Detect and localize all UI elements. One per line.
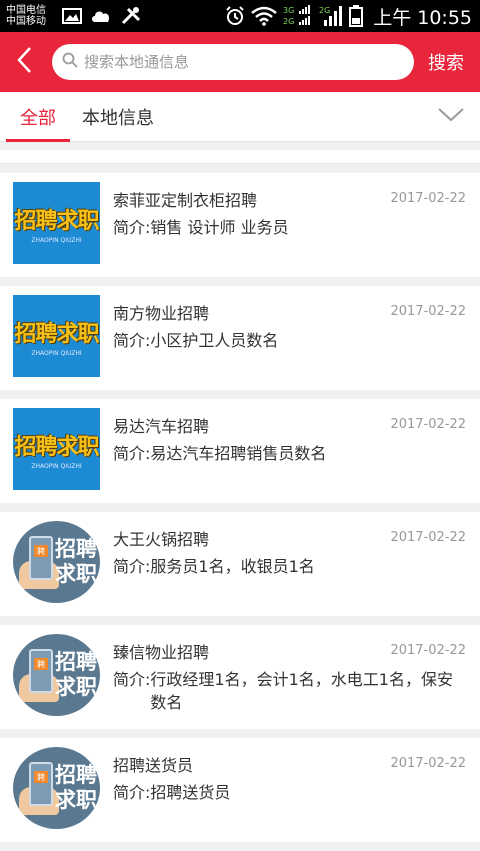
recruit-logo-thumbnail: 招聘求职 ZHAOPIN QIUZHI	[13, 182, 100, 264]
tab-all-label: 全部	[20, 107, 56, 129]
item-description: 简介: 销售 设计师 业务员	[113, 216, 465, 239]
thumb-caption-line-1: 招聘	[55, 537, 97, 561]
list-item[interactable]: 聘招聘 求职 招聘送货员 2017-02-22 简介: 招聘送货员	[0, 738, 480, 842]
logo-text: 招聘求职	[14, 434, 99, 460]
phone-icon: 聘	[29, 762, 53, 806]
search-box[interactable]	[52, 44, 414, 80]
search-button[interactable]: 搜索	[428, 49, 464, 75]
item-description: 简介: 易达汽车招聘销售员数名	[113, 442, 465, 465]
wifi-icon	[251, 6, 278, 26]
item-desc-prefix: 简介:	[113, 670, 151, 689]
logo-text: 招聘求职	[14, 321, 99, 347]
thumb-caption-line-2: 求职	[55, 788, 97, 812]
item-date: 2017-02-22	[390, 304, 466, 319]
back-button[interactable]	[0, 32, 48, 92]
item-title: 臻信物业招聘	[113, 643, 210, 662]
list-item[interactable]: 招聘求职 ZHAOPIN QIUZHI 南方物业招聘 2017-02-22 简介:…	[0, 286, 480, 390]
logo-subtext: ZHAOPIN QIUZHI	[31, 236, 82, 244]
svg-text:3G: 3G	[283, 6, 294, 15]
list-item[interactable]: 招聘求职 ZHAOPIN QIUZHI 易达汽车招聘 2017-02-22 简介:…	[0, 399, 480, 503]
tab-local-info[interactable]: 本地信息	[82, 92, 154, 142]
item-desc-prefix: 简介:	[113, 444, 151, 463]
recruit-logo-thumbnail: 招聘求职 ZHAOPIN QIUZHI	[13, 408, 100, 490]
search-input[interactable]	[84, 53, 384, 71]
status-time: 上午 10:55	[373, 6, 472, 29]
thumb-caption-line-2: 求职	[55, 675, 97, 699]
chevron-down-icon	[438, 107, 464, 126]
svg-text:2G: 2G	[319, 6, 330, 15]
item-date: 2017-02-22	[390, 191, 466, 206]
logo-subtext: ZHAOPIN QIUZHI	[31, 462, 82, 470]
logo-subtext: ZHAOPIN QIUZHI	[31, 349, 82, 357]
expand-tabs-button[interactable]	[436, 102, 466, 132]
item-title: 招聘送货员	[113, 756, 194, 775]
signal-3g-icon: 3G 2G	[283, 5, 313, 27]
phone-icon: 聘	[29, 536, 53, 580]
svg-text:2G: 2G	[283, 17, 294, 26]
recruit-logo-thumbnail: 招聘求职 ZHAOPIN QIUZHI	[13, 295, 100, 377]
category-tabs: 全部 本地信息	[0, 92, 480, 142]
carrier-2: 中国移动	[6, 16, 46, 27]
item-title: 南方物业招聘	[113, 304, 210, 323]
phone-screen-text: 聘	[34, 545, 48, 557]
recruit-phone-thumbnail: 聘招聘 求职	[13, 521, 100, 603]
thumb-caption: 招聘 求职	[55, 650, 99, 700]
back-arrow-icon	[16, 46, 32, 78]
image-icon	[62, 8, 82, 24]
tab-all[interactable]: 全部	[6, 92, 70, 142]
item-date: 2017-02-22	[390, 417, 466, 432]
item-desc-prefix: 简介:	[113, 218, 151, 237]
item-title: 易达汽车招聘	[113, 417, 210, 436]
item-desc-prefix: 简介:	[113, 557, 151, 576]
item-date: 2017-02-22	[390, 643, 466, 658]
item-desc-text: 易达汽车招聘销售员数名	[150, 444, 327, 463]
search-icon	[62, 52, 78, 72]
phone-screen-text: 聘	[34, 771, 48, 783]
list-item[interactable]: 聘招聘 求职 臻信物业招聘 2017-02-22 简介: 行政经理1名，会计1名，…	[0, 625, 480, 729]
item-date: 2017-02-22	[390, 530, 466, 545]
item-description: 简介: 招聘送货员	[113, 781, 465, 804]
thumb-caption-line-1: 招聘	[55, 650, 97, 674]
item-desc-text: 服务员1名，收银员1名	[150, 557, 315, 576]
cloud-icon	[90, 9, 112, 23]
item-desc-text: 行政经理1名，会计1名，水电工1名，保安数名	[150, 670, 453, 712]
thumb-caption-line-2: 求职	[55, 562, 97, 586]
tab-active-indicator	[6, 138, 70, 142]
item-desc-text: 销售 设计师 业务员	[150, 218, 289, 237]
battery-icon	[349, 5, 364, 27]
logo-text: 招聘求职	[14, 208, 99, 234]
item-description: 简介: 小区护卫人员数名	[113, 329, 465, 352]
item-description: 简介: 服务员1名，收银员1名	[113, 555, 465, 578]
list-item[interactable]: 聘招聘 求职 大王火锅招聘 2017-02-22 简介: 服务员1名，收银员1名	[0, 512, 480, 616]
recruit-phone-thumbnail: 聘招聘 求职	[13, 634, 100, 716]
carrier-1: 中国电信	[6, 5, 46, 16]
recruit-phone-thumbnail: 聘招聘 求职	[13, 747, 100, 829]
tab-local-label: 本地信息	[82, 107, 154, 129]
phone-icon: 聘	[29, 649, 53, 693]
thumb-caption-line-1: 招聘	[55, 763, 97, 787]
thumb-caption: 招聘 求职	[55, 763, 99, 813]
list-top-strip	[0, 150, 480, 164]
status-bar: 中国电信 中国移动 3G 2G 2G 上午 10:55	[0, 0, 480, 32]
list-item[interactable]: 招聘求职 ZHAOPIN QIUZHI 索菲亚定制衣柜招聘 2017-02-22 …	[0, 173, 480, 277]
item-description: 简介: 行政经理1名，会计1名，水电工1名，保安数名	[113, 668, 465, 714]
signal-2g-icon: 2G	[319, 5, 343, 27]
item-desc-prefix: 简介:	[113, 783, 151, 802]
tools-icon	[120, 6, 142, 26]
carrier-labels: 中国电信 中国移动	[6, 5, 58, 27]
info-list: 招聘求职 ZHAOPIN QIUZHI 索菲亚定制衣柜招聘 2017-02-22 …	[0, 150, 480, 851]
item-desc-text: 招聘送货员	[150, 783, 231, 802]
top-bar: 搜索	[0, 32, 480, 92]
thumb-caption: 招聘 求职	[55, 537, 99, 587]
item-desc-text: 小区护卫人员数名	[150, 331, 279, 350]
item-title: 索菲亚定制衣柜招聘	[113, 191, 258, 210]
item-desc-prefix: 简介:	[113, 331, 151, 350]
item-title: 大王火锅招聘	[113, 530, 210, 549]
phone-screen-text: 聘	[34, 658, 48, 670]
alarm-icon	[225, 6, 245, 26]
item-date: 2017-02-22	[390, 756, 466, 771]
